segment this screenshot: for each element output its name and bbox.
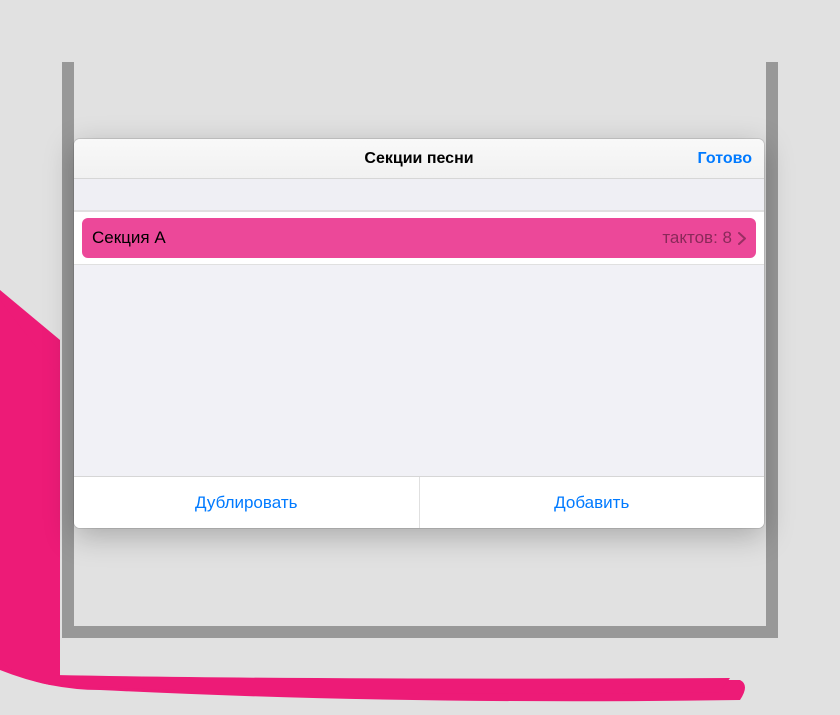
section-label: Секция A	[92, 228, 662, 248]
duplicate-button[interactable]: Дублировать	[74, 477, 420, 528]
duplicate-button-label: Дублировать	[195, 493, 297, 513]
popover-title: Секции песни	[364, 150, 473, 168]
popover-header: Секции песни Готово	[74, 139, 764, 179]
done-button[interactable]: Готово	[698, 139, 752, 179]
add-button-label: Добавить	[554, 493, 629, 513]
chevron-right-icon	[738, 232, 746, 245]
popover-body	[74, 265, 764, 476]
section-row[interactable]: Секция A тактов: 8	[82, 218, 756, 258]
add-button[interactable]: Добавить	[420, 477, 765, 528]
sections-list: Секция A тактов: 8	[74, 211, 764, 265]
song-sections-popover: Секции песни Готово Секция A тактов: 8 Д…	[74, 139, 764, 528]
popover-subheader	[74, 179, 764, 211]
popover-footer: Дублировать Добавить	[74, 476, 764, 528]
section-detail: тактов: 8	[662, 228, 732, 248]
done-button-label: Готово	[698, 150, 752, 168]
